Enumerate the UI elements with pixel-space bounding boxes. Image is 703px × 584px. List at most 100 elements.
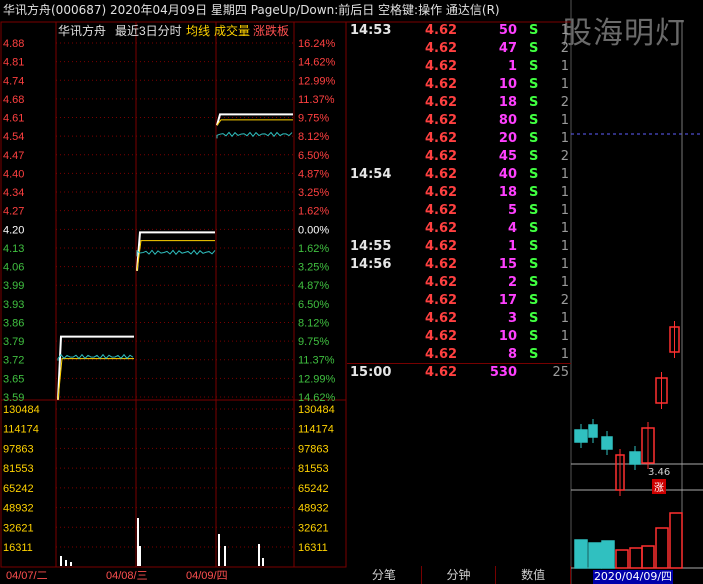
tick-row[interactable]: 14:55 4.62 1 S 1: [347, 238, 571, 256]
tick-tab-bar: 分笔 分钟 数值: [347, 566, 572, 584]
tick-row[interactable]: 4.62 10 S 1: [347, 328, 571, 346]
tick-vol: 1: [507, 239, 517, 254]
percent-tick-label: 3.25%: [298, 187, 329, 199]
tick-price: 4.62: [425, 23, 458, 38]
chart-header-status: 涨跌板: [253, 23, 289, 38]
price-line: [57, 335, 134, 400]
price-tick-label: 4.74: [3, 75, 24, 87]
tick-row[interactable]: 4.62 10 S 1: [347, 76, 571, 94]
kline-volume-bar: [574, 539, 588, 569]
tick-count: 1: [560, 203, 569, 218]
percent-tick-label: 8.12%: [298, 131, 329, 143]
tick-price: 4.62: [425, 113, 458, 128]
chart-header: 华讯方舟 最近3日分时 均线 成交量 涨跌板: [58, 23, 289, 38]
tick-side: S: [529, 221, 539, 236]
tick-count: 2: [560, 293, 569, 308]
volume-bar: [139, 546, 141, 566]
tick-row[interactable]: 14:53 4.62 50 S 1: [347, 22, 571, 40]
tick-list[interactable]: 14:53 4.62 50 S 1 4.62 47 S 2 4.62 1 S 1 4.62 10 S 1 4.62…: [347, 22, 571, 566]
price-tick-label: 3.72: [3, 355, 24, 367]
volume-tick-label-right: 81553: [298, 463, 329, 475]
volume-tick-label-right: 48932: [298, 503, 329, 515]
tick-vol: 10: [498, 77, 517, 92]
tick-row[interactable]: 4.62 20 S 1: [347, 130, 571, 148]
kline-low-label: 3.46: [648, 467, 671, 478]
tick-count: 1: [560, 23, 569, 38]
tick-time: 14:54: [350, 167, 392, 182]
volume-bar: [258, 544, 260, 566]
tick-count: 1: [560, 59, 569, 74]
tick-side: S: [529, 329, 539, 344]
percent-tick-label: 4.87%: [298, 280, 329, 292]
tick-row[interactable]: 4.62 80 S 1: [347, 112, 571, 130]
tick-row[interactable]: 4.62 3 S 1: [347, 310, 571, 328]
price-tick-label: 4.13: [3, 243, 24, 255]
percent-tick-label: 6.50%: [298, 299, 329, 311]
date-tick-label: 04/08/三: [106, 570, 148, 582]
avg-line: [216, 119, 293, 126]
tick-price: 4.62: [425, 239, 458, 254]
tick-side: S: [529, 347, 539, 362]
tab-minute[interactable]: 分钟: [422, 566, 497, 584]
tick-row[interactable]: 4.62 8 S 1: [347, 346, 571, 364]
tick-row[interactable]: 4.62 1 S 1: [347, 58, 571, 76]
price-tick-label: 3.65: [3, 373, 24, 385]
price-tick-label: 4.88: [3, 38, 24, 50]
tick-vol: 530: [489, 365, 517, 380]
kline-volume-bar: [655, 527, 669, 569]
chart-header-volume: 成交量: [214, 23, 250, 38]
tick-row[interactable]: 14:54 4.62 40 S 1: [347, 166, 571, 184]
volume-tick-label-right: 130484: [298, 404, 335, 416]
tick-side: S: [529, 149, 539, 164]
tick-side: S: [529, 203, 539, 218]
volume-bars: [60, 518, 264, 566]
kline-volume-bar: [669, 512, 683, 569]
price-tick-label: 3.79: [3, 336, 24, 348]
volume-tick-label: 130484: [3, 404, 40, 416]
tick-row[interactable]: 4.62 18 S 1: [347, 184, 571, 202]
tick-vol: 2: [507, 275, 517, 290]
volume-tick-label-right: 65242: [298, 483, 329, 495]
price-tick-label: 4.68: [3, 94, 24, 106]
volume-bar: [137, 518, 139, 566]
volume-bar: [70, 562, 72, 566]
kline-volume-bar: [588, 542, 602, 569]
price-tick-label: 4.54: [3, 131, 24, 143]
tick-row[interactable]: 4.62 4 S 1: [347, 220, 571, 238]
tick-side: S: [529, 311, 539, 326]
kline-mini-chart: [571, 20, 703, 569]
tick-side: S: [529, 113, 539, 128]
kline-volume-bar: [601, 540, 615, 569]
tab-tick[interactable]: 分笔: [347, 566, 422, 584]
tick-side: S: [529, 95, 539, 110]
percent-tick-label: 4.87%: [298, 168, 329, 180]
tick-row[interactable]: 4.62 47 S 2: [347, 40, 571, 58]
tick-price: 4.62: [425, 347, 458, 362]
tick-vol: 47: [498, 41, 517, 56]
tick-row[interactable]: 4.62 18 S 2: [347, 94, 571, 112]
tick-row[interactable]: 4.62 5 S 1: [347, 202, 571, 220]
tick-vol: 17: [498, 293, 517, 308]
tick-row[interactable]: 4.62 17 S 2: [347, 292, 571, 310]
tick-vol: 10: [498, 329, 517, 344]
volume-axis: 130484 130484 114174 114174 97863 97863 81553 8…: [3, 404, 335, 554]
tick-row[interactable]: 4.62 45 S 2: [347, 148, 571, 166]
volume-bar: [262, 558, 264, 566]
price-tick-label: 3.86: [3, 317, 24, 329]
tick-row[interactable]: 14:56 4.62 15 S 1: [347, 256, 571, 274]
tick-price: 4.62: [425, 77, 458, 92]
percent-tick-label: 1.62%: [298, 206, 329, 218]
tick-vol: 8: [507, 347, 517, 362]
volume-bar: [224, 546, 226, 566]
tick-vol: 20: [498, 131, 517, 146]
volume-tick-label: 16311: [3, 542, 33, 554]
tab-value[interactable]: 数值: [496, 566, 572, 584]
tick-row[interactable]: 4.62 2 S 1: [347, 274, 571, 292]
volume-tick-label: 81553: [3, 463, 34, 475]
kline-volume-bar: [629, 547, 643, 569]
tick-row[interactable]: 15:00 4.62 530 25: [347, 364, 571, 382]
tick-vol: 18: [498, 185, 517, 200]
reference-line: [57, 353, 134, 361]
tick-side: S: [529, 131, 539, 146]
kline-date-label: 2020/04/09/四: [593, 570, 673, 584]
